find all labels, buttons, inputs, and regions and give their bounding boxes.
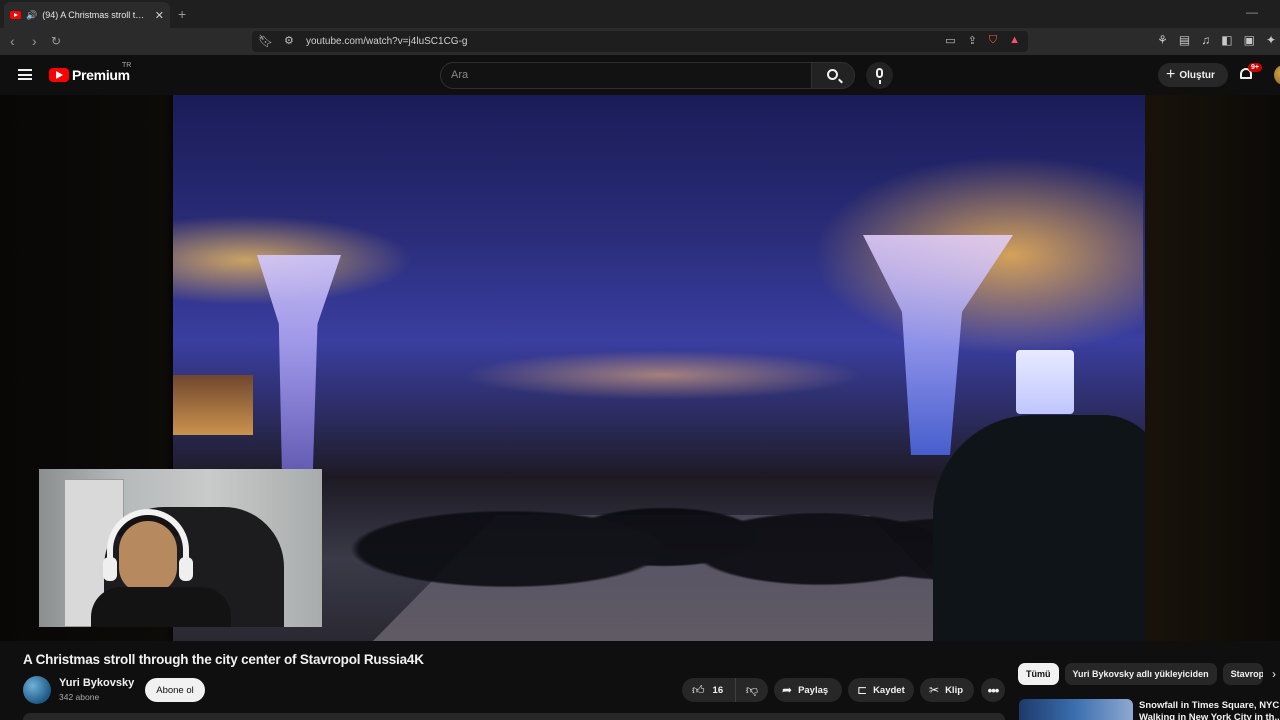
chip-stavropol[interactable]: Stavropol [1222, 663, 1263, 685]
scissors-icon: ✂ [929, 683, 940, 697]
browser-toolbar: ‹ › ↻ 🔖︎ ⚙ youtube.com/watch?v=j4luSC1CG… [0, 28, 1280, 55]
channel-name[interactable]: Yuri Bykovsky [59, 677, 134, 689]
extensions-area: ⚘ ▤ ♫ ◧ ▣ ✦ [1157, 33, 1276, 47]
browser-tab-strip: 🔊 (94) A Christmas stroll through the ci… [0, 0, 1280, 28]
save-button[interactable]: ⊏ Kaydet [848, 678, 914, 702]
back-icon[interactable]: ‹ [10, 33, 15, 49]
clip-button[interactable]: ✂ Klip [920, 678, 974, 702]
brave-shield-icon[interactable]: ⛉ [989, 34, 997, 47]
speaker-icon[interactable]: 🔊 [26, 10, 37, 21]
reader-icon[interactable]: ▤ [1179, 33, 1190, 47]
search-box [440, 62, 812, 89]
thumbs-down-icon: 👎︎ [745, 683, 759, 697]
chip-all[interactable]: Tümü [1018, 663, 1059, 685]
like-count: 16 [712, 684, 724, 696]
music-icon[interactable]: ♫ [1201, 33, 1210, 47]
more-actions-button[interactable]: ••• [981, 678, 1005, 702]
youtube-logo[interactable]: Premium TR [49, 62, 131, 83]
puzzle-icon[interactable]: ✦ [1266, 33, 1276, 47]
hamburger-menu-icon[interactable] [18, 69, 32, 80]
save-label: Kaydet [873, 684, 905, 696]
url-text[interactable]: youtube.com/watch?v=j4luSC1CG-g [306, 36, 467, 47]
subscriber-count: 342 abone [59, 692, 100, 702]
thumbs-up-icon: 👍︎ [692, 683, 705, 697]
address-bar[interactable]: 🔖︎ ⚙ youtube.com/watch?v=j4luSC1CG-g ▭ ⇪… [252, 31, 1028, 52]
bookmark-icon[interactable]: 🔖︎ [258, 34, 273, 48]
create-label: Oluştur [1179, 69, 1215, 81]
create-button[interactable]: + Oluştur [1158, 63, 1228, 87]
filter-chips: Tümü Yuri Bykovsky adlı yükleyiciden Sta… [1018, 663, 1263, 685]
plus-icon: + [1166, 66, 1176, 83]
channel-avatar[interactable] [23, 676, 51, 704]
tab-title: (94) A Christmas stroll through the city… [42, 10, 146, 20]
logo-text: Premium [72, 67, 130, 83]
rewards-icon[interactable]: ▲ [1009, 34, 1020, 47]
chevron-right-icon[interactable]: › [1272, 667, 1276, 681]
cast-icon[interactable]: ▭ [945, 34, 955, 47]
notification-badge: 9+ [1248, 63, 1262, 72]
site-settings-icon[interactable]: ⚙ [284, 34, 294, 47]
clip-label: Klip [945, 684, 964, 696]
youtube-header: Premium TR + Oluştur 9+ [0, 55, 1280, 95]
like-button[interactable]: 👍︎ 16 [682, 678, 736, 702]
extensions-icon[interactable]: ⚘ [1157, 33, 1168, 47]
search-button[interactable] [811, 62, 855, 89]
recommendation-title[interactable]: Snowfall in Times Square, NYC | Walking … [1139, 700, 1279, 720]
new-tab-button[interactable]: + [178, 6, 186, 22]
share-icon: ➦ [782, 683, 793, 697]
wallet-icon[interactable]: ▣ [1244, 33, 1255, 47]
webcam-overlay [39, 469, 322, 627]
region-code: TR [122, 62, 132, 69]
recommendation-thumbnail[interactable] [1019, 699, 1133, 720]
youtube-play-icon [49, 68, 69, 82]
subscribe-button[interactable]: Abone ol [145, 678, 205, 702]
search-input[interactable] [451, 69, 791, 81]
video-title: A Christmas stroll through the city cent… [23, 652, 424, 667]
like-dislike-group: 👍︎ 16 👎︎ [682, 678, 768, 702]
sidebar-icon[interactable]: ◧ [1221, 33, 1232, 47]
chip-from-uploader[interactable]: Yuri Bykovsky adlı yükleyiciden [1064, 663, 1217, 685]
account-avatar[interactable] [1274, 65, 1280, 85]
tab-close-icon[interactable]: ✕ [155, 9, 164, 22]
forward-icon[interactable]: › [32, 33, 37, 49]
description-box[interactable] [23, 713, 1005, 720]
voice-search-button[interactable] [866, 62, 893, 89]
search-icon [827, 69, 838, 80]
minimize-button[interactable]: — [1246, 5, 1258, 19]
share-page-icon[interactable]: ⇪ [968, 34, 977, 47]
share-label: Paylaş [798, 684, 829, 696]
reload-icon[interactable]: ↻ [51, 33, 61, 49]
dislike-button[interactable]: 👎︎ [736, 678, 768, 702]
share-button[interactable]: ➦ Paylaş [774, 678, 842, 702]
bookmark-save-icon: ⊏ [857, 683, 868, 697]
notifications-button[interactable]: 9+ [1238, 63, 1262, 83]
browser-tab[interactable]: 🔊 (94) A Christmas stroll through the ci… [4, 2, 170, 28]
microphone-icon [876, 68, 883, 84]
youtube-favicon-icon [10, 11, 21, 19]
